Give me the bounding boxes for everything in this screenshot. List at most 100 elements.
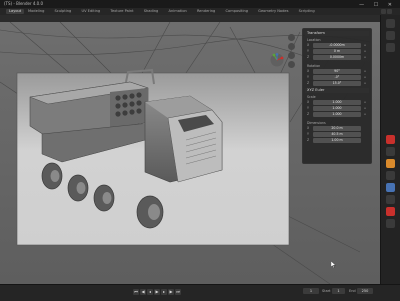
lock-icon[interactable]: ⌂ bbox=[364, 55, 368, 60]
title-bar: (TS) - Blender 4.0.0 — ☐ ✕ bbox=[0, 0, 400, 8]
rotation-y-row: Y -0° ⌂ bbox=[307, 75, 366, 80]
sidebar-n-panel: Transform Location X -0.0000m ⌂ Y 0 m ⌂ … bbox=[302, 28, 372, 164]
axis-label: Z bbox=[307, 81, 310, 85]
location-z-row: Z 0.0000m ⌂ bbox=[307, 55, 366, 60]
properties-tabs bbox=[380, 15, 400, 284]
workspace-tabs: Modeling Sculpting UV Editing Texture Pa… bbox=[28, 8, 324, 15]
physics-icon[interactable] bbox=[386, 171, 395, 180]
material-icon[interactable] bbox=[386, 207, 395, 216]
play-reverse-button[interactable]: ◂ bbox=[147, 289, 153, 295]
data-properties-icon[interactable] bbox=[386, 195, 395, 204]
location-x-row: X -0.0000m ⌂ bbox=[307, 43, 366, 48]
scale-label: Scale bbox=[307, 95, 316, 99]
output-properties-icon[interactable] bbox=[386, 43, 395, 52]
axis-label: X bbox=[307, 100, 310, 104]
dimensions-label: Dimensions bbox=[307, 121, 326, 125]
rotation-mode-dropdown[interactable]: XYZ Euler bbox=[305, 88, 369, 93]
transform-header[interactable]: Transform bbox=[305, 31, 369, 36]
dimensions-z-field[interactable]: 1.00 m bbox=[313, 138, 361, 143]
dimensions-y-field[interactable]: 40.5 m bbox=[313, 132, 361, 137]
scene-icon[interactable] bbox=[381, 9, 386, 14]
scale-x-field[interactable]: 1.000 bbox=[313, 100, 361, 105]
dimensions-z-row: Z 1.00 m bbox=[307, 138, 361, 143]
view-layer-icon[interactable] bbox=[387, 9, 392, 14]
tab-modeling[interactable]: Modeling bbox=[28, 9, 44, 13]
tab-uv-editing[interactable]: UV Editing bbox=[81, 9, 100, 13]
lock-icon[interactable]: ⌂ bbox=[364, 112, 368, 117]
scale-y-row: Y 1.000 ⌂ bbox=[307, 106, 366, 111]
texture-icon[interactable] bbox=[386, 219, 395, 228]
tab-geometry-nodes[interactable]: Geometry Nodes bbox=[258, 9, 288, 13]
tab-scripting[interactable]: Scripting bbox=[299, 9, 315, 13]
particles-icon[interactable] bbox=[386, 159, 395, 168]
location-y-row: Y 0 m ⌂ bbox=[307, 49, 366, 54]
lock-icon[interactable]: ⌂ bbox=[364, 69, 368, 74]
ortho-toggle-icon[interactable] bbox=[288, 61, 295, 68]
tab-compositing[interactable]: Compositing bbox=[225, 9, 248, 13]
navigation-gizmo-icon[interactable] bbox=[270, 53, 284, 67]
pan-icon[interactable] bbox=[288, 43, 295, 50]
lock-icon[interactable]: ⌂ bbox=[364, 49, 368, 54]
start-label: Start bbox=[322, 289, 331, 293]
axis-label: Z bbox=[307, 55, 310, 59]
window-title: (TS) - Blender 4.0.0 bbox=[4, 1, 44, 6]
render-properties-icon[interactable] bbox=[386, 31, 395, 40]
lock-icon[interactable]: ⌂ bbox=[364, 81, 368, 86]
camera-view-icon[interactable] bbox=[288, 52, 295, 59]
axis-label: X bbox=[307, 69, 310, 73]
location-z-field[interactable]: 0.0000m bbox=[313, 55, 361, 60]
lock-icon[interactable]: ⌂ bbox=[364, 43, 368, 48]
rotation-z-field[interactable]: 15.0° bbox=[313, 81, 361, 86]
play-button[interactable]: ▶ bbox=[154, 289, 160, 295]
axis-label: Y bbox=[307, 75, 309, 79]
axis-label: X bbox=[307, 126, 310, 130]
modifier-icon[interactable] bbox=[386, 147, 395, 156]
scale-z-field[interactable]: 1.000 bbox=[313, 112, 361, 117]
jump-end-button[interactable]: ⏭ bbox=[175, 289, 181, 295]
scale-y-field[interactable]: 1.000 bbox=[313, 106, 361, 111]
dimensions-x-field[interactable]: 20.0 m bbox=[313, 126, 361, 131]
workspace-bar: Layout Modeling Sculpting UV Editing Tex… bbox=[0, 8, 400, 15]
axis-label: X bbox=[307, 43, 310, 47]
current-frame-field[interactable]: 1 bbox=[303, 288, 319, 294]
rotation-label: Rotation bbox=[307, 64, 321, 68]
tab-animation[interactable]: Animation bbox=[168, 9, 186, 13]
next-keyframe-button[interactable]: ▶ bbox=[168, 289, 174, 295]
tab-texture-paint[interactable]: Texture Paint bbox=[110, 9, 133, 13]
axis-label: Y bbox=[307, 132, 309, 136]
end-frame-field[interactable]: 250 bbox=[357, 288, 373, 294]
location-y-field[interactable]: 0 m bbox=[313, 49, 361, 54]
axis-label: Z bbox=[307, 138, 310, 142]
tab-layout[interactable]: Layout bbox=[6, 9, 25, 14]
location-x-field[interactable]: -0.0000m bbox=[313, 43, 361, 48]
scale-z-row: Z 1.000 ⌂ bbox=[307, 112, 366, 117]
next-frame-button[interactable]: ▸ bbox=[161, 289, 167, 295]
rotation-x-field[interactable]: 90° bbox=[313, 69, 361, 74]
axis-label: Z bbox=[307, 112, 310, 116]
prev-keyframe-button[interactable]: ◀ bbox=[140, 289, 146, 295]
lock-icon[interactable]: ⌂ bbox=[364, 100, 368, 105]
rotation-z-row: Z 15.0° ⌂ bbox=[307, 81, 366, 86]
tab-rendering[interactable]: Rendering bbox=[197, 9, 215, 13]
axis-label: Y bbox=[307, 49, 309, 53]
scale-x-row: X 1.000 ⌂ bbox=[307, 100, 366, 105]
tab-sculpting[interactable]: Sculpting bbox=[55, 9, 72, 13]
lock-icon[interactable]: ⌂ bbox=[364, 106, 368, 111]
scene-selector[interactable] bbox=[380, 9, 396, 14]
cursor-icon bbox=[331, 261, 336, 268]
dimensions-y-row: Y 40.5 m bbox=[307, 132, 361, 137]
jump-start-button[interactable]: ⏮ bbox=[133, 289, 139, 295]
start-frame-field[interactable]: 1 bbox=[332, 288, 345, 294]
playback-controls: ⏮ ◀ ◂ ▶ ▸ ▶ ⏭ bbox=[133, 289, 181, 295]
dimensions-x-row: X 20.0 m bbox=[307, 126, 361, 131]
zoom-icon[interactable] bbox=[288, 34, 295, 41]
axis-label: Y bbox=[307, 106, 309, 110]
rotation-y-field[interactable]: -0° bbox=[313, 75, 361, 80]
tab-shading[interactable]: Shading bbox=[144, 9, 159, 13]
object-properties-icon[interactable] bbox=[386, 135, 395, 144]
tool-properties-icon[interactable] bbox=[386, 19, 395, 28]
constraints-icon[interactable] bbox=[386, 183, 395, 192]
lock-icon[interactable]: ⌂ bbox=[364, 75, 368, 80]
end-label: End bbox=[349, 289, 356, 293]
location-label: Location bbox=[307, 38, 321, 42]
